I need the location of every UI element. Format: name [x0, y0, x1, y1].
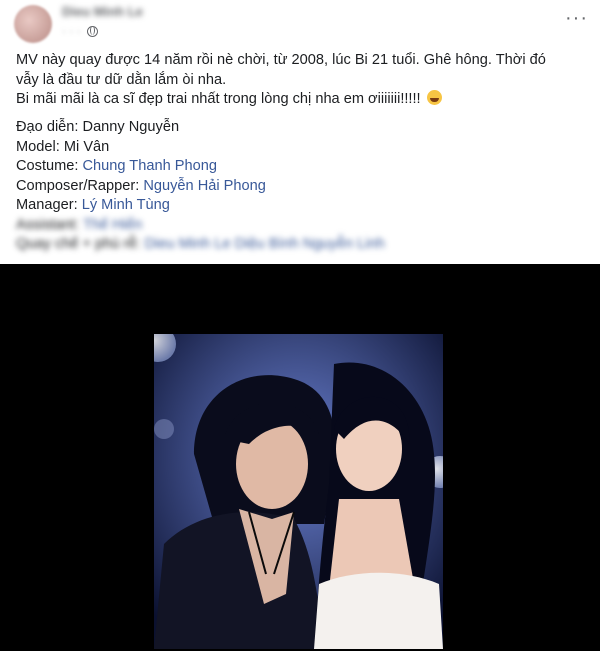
credit-link[interactable]: Nguyễn Hải Phong: [143, 178, 266, 194]
credit-composer: Composer/Rapper: Nguyễn Hải Phong: [16, 177, 586, 197]
credit-link[interactable]: Dieu Minh Le Diệu Bình Nguyễn Linh: [145, 236, 385, 252]
credit-label: Quay chế + phù rễ:: [16, 236, 145, 252]
post-timestamp[interactable]: · · ·: [62, 24, 81, 38]
credit-label: Model:: [16, 138, 64, 155]
credit-assistant: Assistant: Thế Hiển: [16, 216, 586, 236]
post-text-line: MV này quay được 14 năm rồi nè chời, từ …: [16, 52, 546, 68]
credit-label: Manager:: [16, 197, 82, 213]
post-meta: · · ·: [62, 24, 98, 38]
credit-link[interactable]: Thế Hiển: [83, 217, 142, 233]
credit-model: Model: Mi Vân: [16, 138, 586, 158]
globe-icon: [87, 26, 98, 37]
video-still[interactable]: [154, 334, 443, 649]
avatar[interactable]: [14, 5, 52, 43]
credit-link[interactable]: Lý Minh Tùng: [82, 197, 170, 213]
credit-link[interactable]: Chung Thanh Phong: [83, 158, 217, 174]
credit-label: Costume:: [16, 158, 83, 174]
credit-costume: Costume: Chung Thanh Phong: [16, 157, 586, 177]
author-name[interactable]: Dieu Minh Le: [62, 4, 143, 19]
post-text-line: vẫy là đầu tư dữ dằn lắm òi nha.: [16, 71, 227, 88]
credit-label: Assistant:: [16, 216, 84, 233]
credit-label: Composer/Rapper:: [16, 177, 144, 194]
credit-crew: Quay chế + phù rễ: Dieu Minh Le Diệu Bìn…: [16, 235, 586, 255]
post-text: MV này quay được 14 năm rồi nè chời, từ …: [16, 51, 586, 110]
more-icon[interactable]: ···: [565, 8, 588, 28]
laughing-emoji-icon: [426, 90, 442, 105]
credit-value: Danny Nguyễn: [82, 119, 180, 135]
credit-director: Đạo diễn: Danny Nguyễn: [16, 118, 586, 138]
post-text-line: Bi mãi mãi là ca sĩ đẹp trai nhất trong …: [16, 90, 586, 110]
video-player[interactable]: [0, 264, 600, 651]
credits-list: Đạo diễn: Danny Nguyễn Model: Mi Vân Cos…: [16, 118, 586, 255]
credit-label: Đạo diễn:: [16, 119, 83, 135]
post-header: Dieu Minh Le · · · ···: [0, 0, 600, 44]
post-text-line-content: Bi mãi mãi là ca sĩ đẹp trai nhất trong …: [16, 91, 421, 107]
music-video-scene: [154, 334, 443, 649]
credit-value: Mi Vân: [63, 138, 110, 155]
credit-manager: Manager: Lý Minh Tùng: [16, 196, 586, 216]
